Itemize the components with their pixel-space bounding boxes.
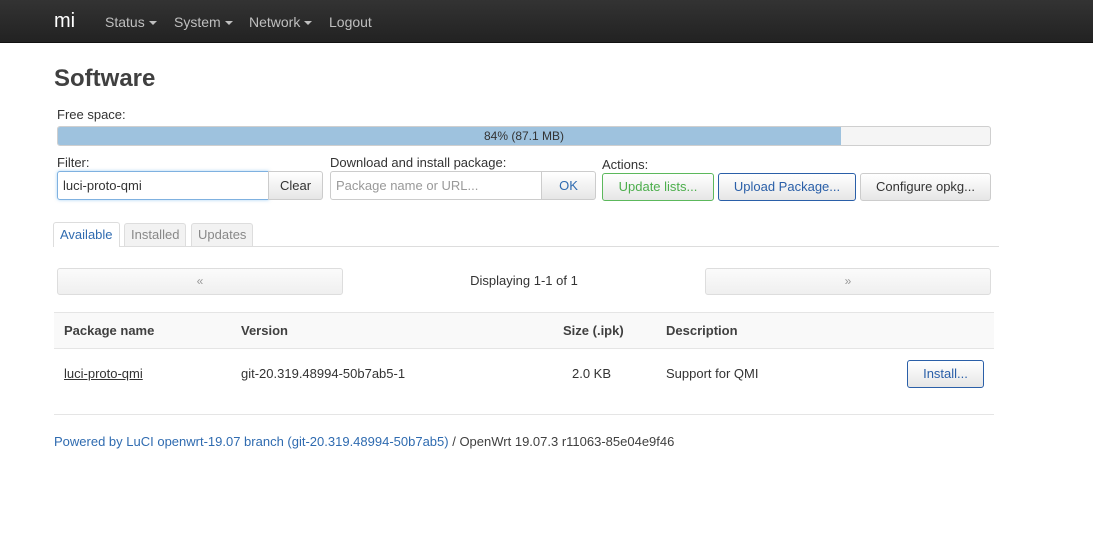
filter-label: Filter: [57, 155, 90, 170]
column-header-version: Version [241, 323, 288, 338]
tab-installed[interactable]: Installed [124, 223, 187, 246]
column-header-size: Size (.ipk) [563, 323, 624, 338]
table-bottom-divider [54, 414, 994, 415]
page-title: Software [54, 65, 156, 92]
tab-updates[interactable]: Updates [191, 223, 254, 246]
progress-text: 84% (87.1 MB) [483, 129, 565, 143]
upload-package-button[interactable]: Upload Package... [718, 173, 856, 201]
brand-logo[interactable]: mi [54, 9, 75, 33]
chevron-down-icon [148, 21, 157, 26]
package-name-link[interactable]: luci-proto-qmi [64, 366, 143, 382]
menu-logout[interactable]: Logout [329, 14, 372, 30]
free-space-progress-bar: 84% (87.1 MB) [57, 126, 991, 146]
filter-input[interactable] [57, 171, 269, 200]
configure-opkg-button[interactable]: Configure opkg... [860, 173, 991, 201]
menu-status[interactable]: Status [105, 14, 157, 30]
openwrt-version: / OpenWrt 19.07.3 r11063-85e04e9f46 [448, 434, 675, 449]
install-button[interactable]: Install... [907, 360, 984, 388]
package-url-input[interactable] [330, 171, 542, 200]
package-description: Support for QMI [666, 366, 759, 381]
menu-network[interactable]: Network [249, 14, 313, 30]
pager-status: Displaying 1-1 of 1 [470, 273, 578, 288]
table-header: Package name Version Size (.ipk) Descrip… [54, 312, 994, 349]
tabs-divider [54, 246, 999, 247]
free-space-label: Free space: [57, 107, 126, 122]
download-label: Download and install package: [330, 155, 507, 170]
menu-system-label: System [174, 14, 221, 30]
ok-button[interactable]: OK [541, 171, 596, 200]
prev-page-button[interactable]: « [57, 268, 343, 295]
update-lists-button[interactable]: Update lists... [602, 173, 714, 201]
next-page-button[interactable]: » [705, 268, 991, 295]
actions-label: Actions: [602, 157, 649, 172]
footer: Powered by LuCI openwrt-19.07 branch (gi… [54, 434, 674, 450]
menu-network-label: Network [249, 14, 301, 30]
clear-button[interactable]: Clear [268, 171, 323, 200]
column-header-description: Description [666, 323, 738, 338]
luci-version-link[interactable]: Powered by LuCI openwrt-19.07 branch (gi… [54, 434, 449, 449]
package-version: git-20.319.48994-50b7ab5-1 [241, 366, 406, 381]
column-header-package-name: Package name [64, 323, 155, 338]
menu-status-label: Status [105, 14, 145, 30]
top-navbar: mi Status System Network Logout [0, 0, 1093, 43]
package-size: 2.0 KB [572, 366, 612, 381]
chevron-down-icon [224, 21, 233, 26]
menu-system[interactable]: System [174, 14, 233, 30]
tab-available[interactable]: Available [53, 222, 120, 247]
chevron-down-icon [304, 21, 313, 26]
